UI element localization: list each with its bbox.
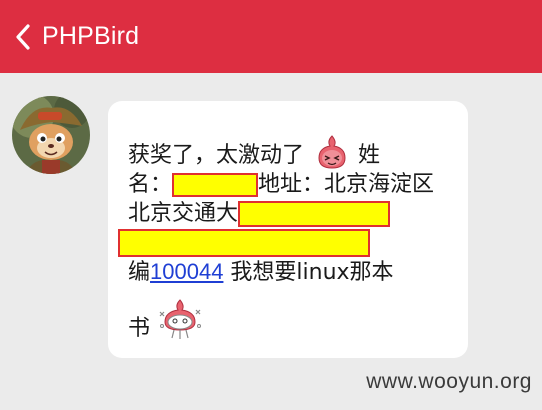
message-segment: 获奖了，太激动了 xyxy=(128,143,305,168)
message-line-1: 获奖了，太激动了 姓 xyxy=(128,135,458,170)
onion-excited-emoji-icon xyxy=(318,135,346,169)
postcode-link[interactable]: 100044 xyxy=(150,259,223,284)
message-line-2: 名： 地址：北京海淀区 xyxy=(128,170,458,199)
back-button[interactable] xyxy=(4,0,42,73)
message-line-6: 书 xyxy=(128,299,458,343)
message-line-5: 编100044 我想要linux那本 xyxy=(128,257,458,286)
avatar-image xyxy=(12,96,90,174)
chat-title: PHPBird xyxy=(42,22,140,50)
message-segment: 地址：北京海淀区 xyxy=(258,172,435,197)
message-line-4 xyxy=(118,228,458,257)
message-segment: 北京交通大 xyxy=(128,201,239,226)
onion-dizzy-emoji-icon xyxy=(159,299,202,339)
message-line-3: 北京交通大 xyxy=(128,199,458,228)
watermark: www.wooyun.org xyxy=(366,370,532,393)
message-segment: 我想要linux那本 xyxy=(223,260,394,285)
message-segment: 书 xyxy=(128,316,151,341)
message-text: 获奖了，太激动了 姓 名： 地址：北京海淀区 北京交通大 编100044 我想要l… xyxy=(118,135,458,343)
redacted-name-box xyxy=(172,173,259,197)
redacted-address-box xyxy=(118,229,370,257)
message-segment: 姓 xyxy=(358,143,381,168)
redacted-address-box xyxy=(238,201,391,227)
avatar[interactable] xyxy=(12,96,90,174)
message-segment: 名： xyxy=(128,172,173,197)
chevron-left-icon xyxy=(16,23,30,50)
message-segment: 编 xyxy=(128,260,151,285)
app-header: PHPBird xyxy=(0,0,542,73)
